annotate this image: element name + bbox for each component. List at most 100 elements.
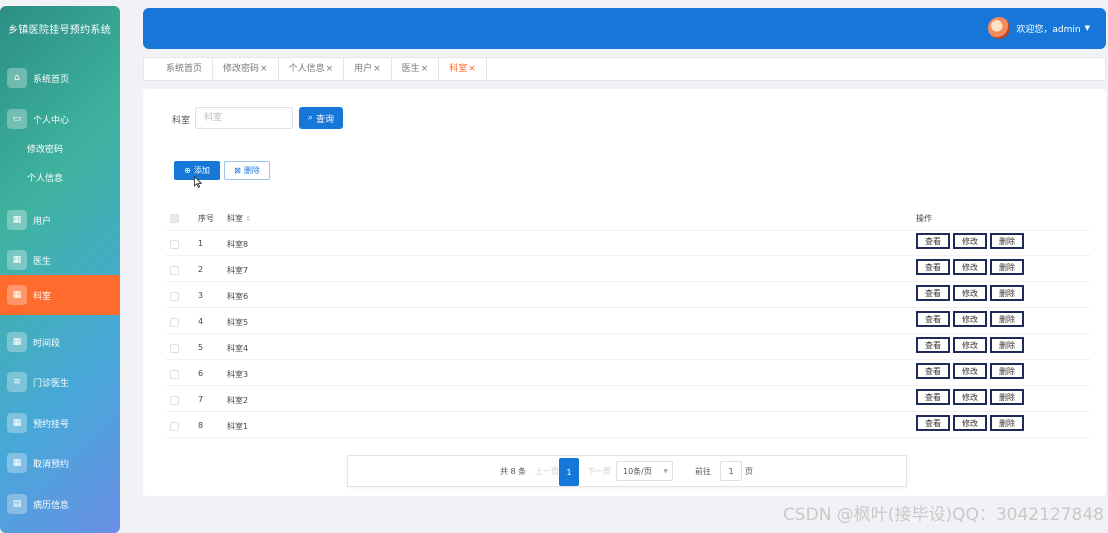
- tab-bar: 系统首页 修改密码× 个人信息× 用户× 医生× 科室×: [143, 57, 1106, 81]
- row-checkbox[interactable]: [170, 240, 179, 249]
- pagination-goto-input[interactable]: [720, 461, 742, 481]
- row-checkbox[interactable]: [170, 422, 179, 431]
- row-divider: [165, 385, 1091, 386]
- submenu-item-change-password[interactable]: 修改密码: [27, 142, 63, 155]
- home-icon: ⌂: [7, 68, 27, 88]
- plus-circle-icon: ⊕: [184, 166, 191, 175]
- row-checkbox[interactable]: [170, 370, 179, 379]
- grid-icon: ▦: [7, 210, 27, 230]
- view-button[interactable]: 查看: [916, 415, 950, 431]
- edit-button[interactable]: 修改: [953, 285, 987, 301]
- row-department-name: 科室3: [227, 370, 249, 379]
- sidebar-item-appointments[interactable]: ▦ 预约挂号: [0, 403, 120, 443]
- pagination-next[interactable]: 下一页: [587, 466, 611, 477]
- tab-change-password[interactable]: 修改密码×: [213, 57, 279, 81]
- sidebar-item-doctors[interactable]: ▦ 医生: [0, 240, 120, 280]
- row-divider: [165, 359, 1091, 360]
- row-delete-button[interactable]: 删除: [990, 337, 1024, 353]
- main-panel: 科室 ⌕ 查询 ⊕ 添加 ⊠ 删除 序号 科室 ⇕ 操作 1科室8查看修改删除2…: [143, 89, 1106, 496]
- row-checkbox[interactable]: [170, 292, 179, 301]
- chevron-down-icon: ▼: [663, 467, 668, 475]
- tab-departments[interactable]: 科室×: [439, 57, 487, 81]
- row-delete-button[interactable]: 删除: [990, 389, 1024, 405]
- sidebar-item-outpatient-doctors[interactable]: ≡ 门诊医生: [0, 362, 120, 402]
- pagination-page-unit: 页: [745, 467, 753, 476]
- row-delete-button[interactable]: 删除: [990, 285, 1024, 301]
- grid-icon: ▦: [7, 453, 27, 473]
- search-input[interactable]: [195, 107, 293, 129]
- delete-button[interactable]: ⊠ 删除: [224, 161, 270, 180]
- tab-label: 科室: [449, 64, 468, 74]
- tab-personal-info[interactable]: 个人信息×: [279, 57, 345, 81]
- sidebar-item-users[interactable]: ▦ 用户: [0, 200, 120, 240]
- edit-button[interactable]: 修改: [953, 337, 987, 353]
- close-icon[interactable]: ×: [260, 64, 268, 74]
- row-checkbox[interactable]: [170, 266, 179, 275]
- column-header-department[interactable]: 科室 ⇕: [227, 213, 251, 224]
- edit-button[interactable]: 修改: [953, 389, 987, 405]
- pagination: 共 8 条 上一页 1 下一页 10条/页 ▼ 前往 页: [347, 455, 907, 487]
- page-size-value: 10条/页: [623, 466, 652, 476]
- view-button[interactable]: 查看: [916, 311, 950, 327]
- row-department-name: 科室2: [227, 396, 249, 405]
- sidebar-item-profile[interactable]: ▭ 个人中心: [0, 99, 120, 139]
- search-label: 科室: [172, 116, 191, 126]
- tab-home[interactable]: 系统首页: [156, 57, 214, 81]
- close-icon[interactable]: ×: [326, 64, 334, 74]
- pagination-current-page[interactable]: 1: [559, 458, 579, 486]
- sidebar-item-home[interactable]: ⌂ 系统首页: [0, 58, 120, 98]
- column-header-index: 序号: [198, 214, 214, 223]
- row-checkbox[interactable]: [170, 344, 179, 353]
- view-button[interactable]: 查看: [916, 285, 950, 301]
- sidebar-item-time-slots[interactable]: ▦ 时间段: [0, 322, 120, 362]
- user-menu[interactable]: 欢迎您，admin ▼: [988, 17, 1090, 39]
- row-checkbox[interactable]: [170, 318, 179, 327]
- sidebar-item-medical-records[interactable]: ▤ 病历信息: [0, 484, 120, 524]
- table-icon: ▤: [7, 494, 27, 514]
- row-index: 1: [198, 239, 204, 248]
- sidebar-item-departments[interactable]: ▦ 科室: [0, 275, 120, 315]
- submenu-item-personal-info[interactable]: 个人信息: [27, 171, 63, 184]
- grid-icon: ▦: [7, 250, 27, 270]
- sort-icon[interactable]: ⇕: [246, 215, 252, 223]
- search-icon: ⌕: [307, 113, 314, 123]
- view-button[interactable]: 查看: [916, 259, 950, 275]
- top-header: 欢迎您，admin ▼: [143, 8, 1106, 49]
- view-button[interactable]: 查看: [916, 233, 950, 249]
- row-divider: [165, 437, 1091, 438]
- tab-doctors[interactable]: 医生×: [392, 57, 440, 81]
- edit-button[interactable]: 修改: [953, 233, 987, 249]
- search-button[interactable]: ⌕ 查询: [299, 107, 343, 129]
- edit-button[interactable]: 修改: [953, 363, 987, 379]
- row-delete-button[interactable]: 删除: [990, 363, 1024, 379]
- app-title: 乡镇医院挂号预约系统: [8, 25, 111, 36]
- edit-button[interactable]: 修改: [953, 415, 987, 431]
- row-divider: [165, 281, 1091, 282]
- close-icon[interactable]: ×: [421, 64, 429, 74]
- page-size-select[interactable]: 10条/页 ▼: [616, 461, 673, 481]
- tab-label: 个人信息: [288, 64, 325, 74]
- row-delete-button[interactable]: 删除: [990, 311, 1024, 327]
- edit-button[interactable]: 修改: [953, 311, 987, 327]
- view-button[interactable]: 查看: [916, 389, 950, 405]
- watermark: CSDN @枫叶(接毕设)QQ：3042127848: [782, 505, 1104, 525]
- row-index: 2: [198, 265, 204, 274]
- view-button[interactable]: 查看: [916, 363, 950, 379]
- grid-icon: ▦: [7, 332, 27, 352]
- row-checkbox[interactable]: [170, 396, 179, 405]
- row-index: 6: [198, 369, 204, 378]
- row-delete-button[interactable]: 删除: [990, 415, 1024, 431]
- pagination-prev[interactable]: 上一页: [535, 466, 559, 477]
- tab-users[interactable]: 用户×: [344, 57, 392, 81]
- sidebar-item-label: 病历信息: [33, 500, 70, 511]
- close-icon[interactable]: ×: [468, 64, 476, 74]
- edit-button[interactable]: 修改: [953, 259, 987, 275]
- row-delete-button[interactable]: 删除: [990, 233, 1024, 249]
- select-all-checkbox[interactable]: [170, 214, 179, 223]
- row-delete-button[interactable]: 删除: [990, 259, 1024, 275]
- sidebar-item-cancel-appointment[interactable]: ▦ 取消预约: [0, 443, 120, 483]
- close-icon[interactable]: ×: [373, 64, 381, 74]
- view-button[interactable]: 查看: [916, 337, 950, 353]
- row-divider: [165, 230, 1091, 231]
- tab-label: 医生: [401, 64, 420, 74]
